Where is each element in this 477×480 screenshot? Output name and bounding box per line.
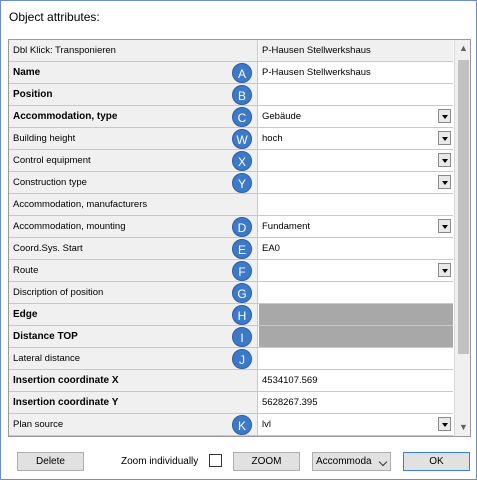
attribute-label: Edge	[9, 304, 258, 325]
dropdown-arrow-icon[interactable]	[438, 131, 451, 145]
attribute-value-select[interactable]	[259, 260, 453, 281]
callout-badge: E	[232, 239, 252, 259]
attribute-label: Discription of position	[9, 282, 258, 303]
attribute-value-field	[259, 326, 453, 347]
attribute-label: Coord.Sys. Start	[9, 238, 258, 259]
attribute-label: Building height	[9, 128, 258, 149]
callout-badge: K	[232, 415, 252, 435]
attribute-row[interactable]: Discription of position G	[9, 282, 453, 304]
attribute-label: Control equipment	[9, 150, 258, 171]
attribute-value: P-Hausen Stellwerkshaus	[262, 67, 371, 78]
attribute-value-select[interactable]	[259, 150, 453, 171]
dropdown-arrow-icon[interactable]	[438, 153, 451, 167]
attribute-row[interactable]: Accommodation, type C Gebäude	[9, 106, 453, 128]
callout-badge: B	[232, 85, 252, 105]
attribute-value-select[interactable]: lvl	[259, 414, 453, 435]
attribute-row[interactable]: Insertion coordinate X 4534107.569	[9, 370, 453, 392]
attribute-row[interactable]: Insertion coordinate Y 5628267.395	[9, 392, 453, 414]
attribute-label: Route	[9, 260, 258, 281]
callout-badge: H	[232, 305, 252, 325]
attribute-row[interactable]: Position B	[9, 84, 453, 106]
type-select[interactable]: Accommoda	[312, 452, 391, 471]
attribute-value: lvl	[262, 419, 271, 430]
attribute-label: Insertion coordinate X	[9, 370, 258, 391]
attribute-row[interactable]: Building height Whoch	[9, 128, 453, 150]
ok-button[interactable]: OK	[403, 452, 470, 471]
attribute-value: 4534107.569	[262, 375, 318, 386]
grid-header-row: Dbl Klick: Transponieren P-Hausen Stellw…	[9, 40, 453, 62]
chevron-down-icon[interactable]: ▼	[455, 419, 470, 436]
dropdown-arrow-icon[interactable]	[438, 175, 451, 189]
attribute-value: Gebäude	[262, 111, 302, 122]
callout-badge: D	[232, 217, 252, 237]
attribute-value-select[interactable]: hoch	[259, 128, 453, 149]
attribute-value-field[interactable]: P-Hausen Stellwerkshaus	[259, 62, 453, 83]
callout-badge: Y	[232, 173, 252, 193]
attribute-label: Position	[9, 84, 258, 105]
delete-button[interactable]: Delete	[17, 452, 84, 471]
dropdown-arrow-icon[interactable]	[438, 109, 451, 123]
attribute-value-field	[259, 304, 453, 325]
dropdown-arrow-icon[interactable]	[438, 263, 451, 277]
attribute-value-field[interactable]	[259, 84, 453, 105]
attribute-value: hoch	[262, 133, 283, 144]
attribute-value: EA0	[262, 243, 280, 254]
attribute-row[interactable]: Edge H	[9, 304, 453, 326]
zoom-button[interactable]: ZOOM	[233, 452, 300, 471]
attribute-row[interactable]: Construction type Y	[9, 172, 453, 194]
attribute-label: Lateral distance	[9, 348, 258, 369]
attribute-label: Construction type	[9, 172, 258, 193]
attributes-grid: Dbl Klick: Transponieren P-Hausen Stellw…	[8, 39, 471, 437]
callout-badge: G	[232, 283, 252, 303]
vertical-scrollbar[interactable]: ▲ ▼	[454, 40, 470, 436]
callout-badge: F	[232, 261, 252, 281]
object-attributes-dialog: Object attributes: Dbl Klick: Transponie…	[0, 0, 477, 480]
attribute-row[interactable]: Lateral distance J	[9, 348, 453, 370]
header-label[interactable]: Dbl Klick: Transponieren	[9, 40, 258, 61]
attribute-value-field[interactable]	[259, 282, 453, 303]
zoom-individually-label: Zoom individually	[121, 456, 199, 467]
attribute-label: Accommodation, manufacturers	[9, 194, 258, 215]
callout-badge: C	[232, 107, 252, 127]
attribute-value-select[interactable]: Gebäude	[259, 106, 453, 127]
callout-badge: I	[232, 327, 252, 347]
attribute-label: Name	[9, 62, 258, 83]
attribute-value: Fundament	[262, 221, 311, 232]
callout-badge: W	[232, 129, 252, 149]
dropdown-arrow-icon[interactable]	[438, 219, 451, 233]
zoom-individually-checkbox[interactable]	[209, 454, 222, 467]
attribute-row[interactable]: Coord.Sys. Start E EA0	[9, 238, 453, 260]
attribute-row[interactable]: Distance TOP I	[9, 326, 453, 348]
attribute-row[interactable]: Name A P-Hausen Stellwerkshaus	[9, 62, 453, 84]
chevron-up-icon[interactable]: ▲	[455, 40, 470, 57]
callout-badge: X	[232, 151, 252, 171]
attribute-value-field[interactable]: EA0	[259, 238, 453, 259]
scrollbar-thumb[interactable]	[458, 60, 469, 354]
attribute-label: Accommodation, mounting	[9, 216, 258, 237]
attribute-value-select[interactable]	[259, 172, 453, 193]
attribute-value-field[interactable]	[259, 194, 453, 215]
attribute-value-field[interactable]: 5628267.395	[259, 392, 453, 413]
attribute-row[interactable]: Control equipment X	[9, 150, 453, 172]
header-value: P-Hausen Stellwerkshaus	[259, 40, 453, 61]
attribute-value-select[interactable]: Fundament	[259, 216, 453, 237]
type-select-value: Accommoda	[316, 456, 372, 467]
attribute-value-field[interactable]	[259, 348, 453, 369]
attribute-label: Plan source	[9, 414, 258, 435]
attribute-row[interactable]: Plan source Klvl	[9, 414, 453, 436]
attribute-row[interactable]: Accommodation, manufacturers	[9, 194, 453, 216]
dialog-title: Object attributes:	[9, 10, 100, 24]
attribute-row[interactable]: Route F	[9, 260, 453, 282]
chevron-down-icon	[378, 457, 388, 467]
attribute-label: Insertion coordinate Y	[9, 392, 258, 413]
attribute-label: Distance TOP	[9, 326, 258, 347]
callout-badge: J	[232, 349, 252, 369]
callout-badge: A	[232, 63, 252, 83]
dropdown-arrow-icon[interactable]	[438, 417, 451, 431]
attribute-value: 5628267.395	[262, 397, 318, 408]
attribute-value-field[interactable]: 4534107.569	[259, 370, 453, 391]
attribute-row[interactable]: Accommodation, mounting D Fundament	[9, 216, 453, 238]
attribute-label: Accommodation, type	[9, 106, 258, 127]
